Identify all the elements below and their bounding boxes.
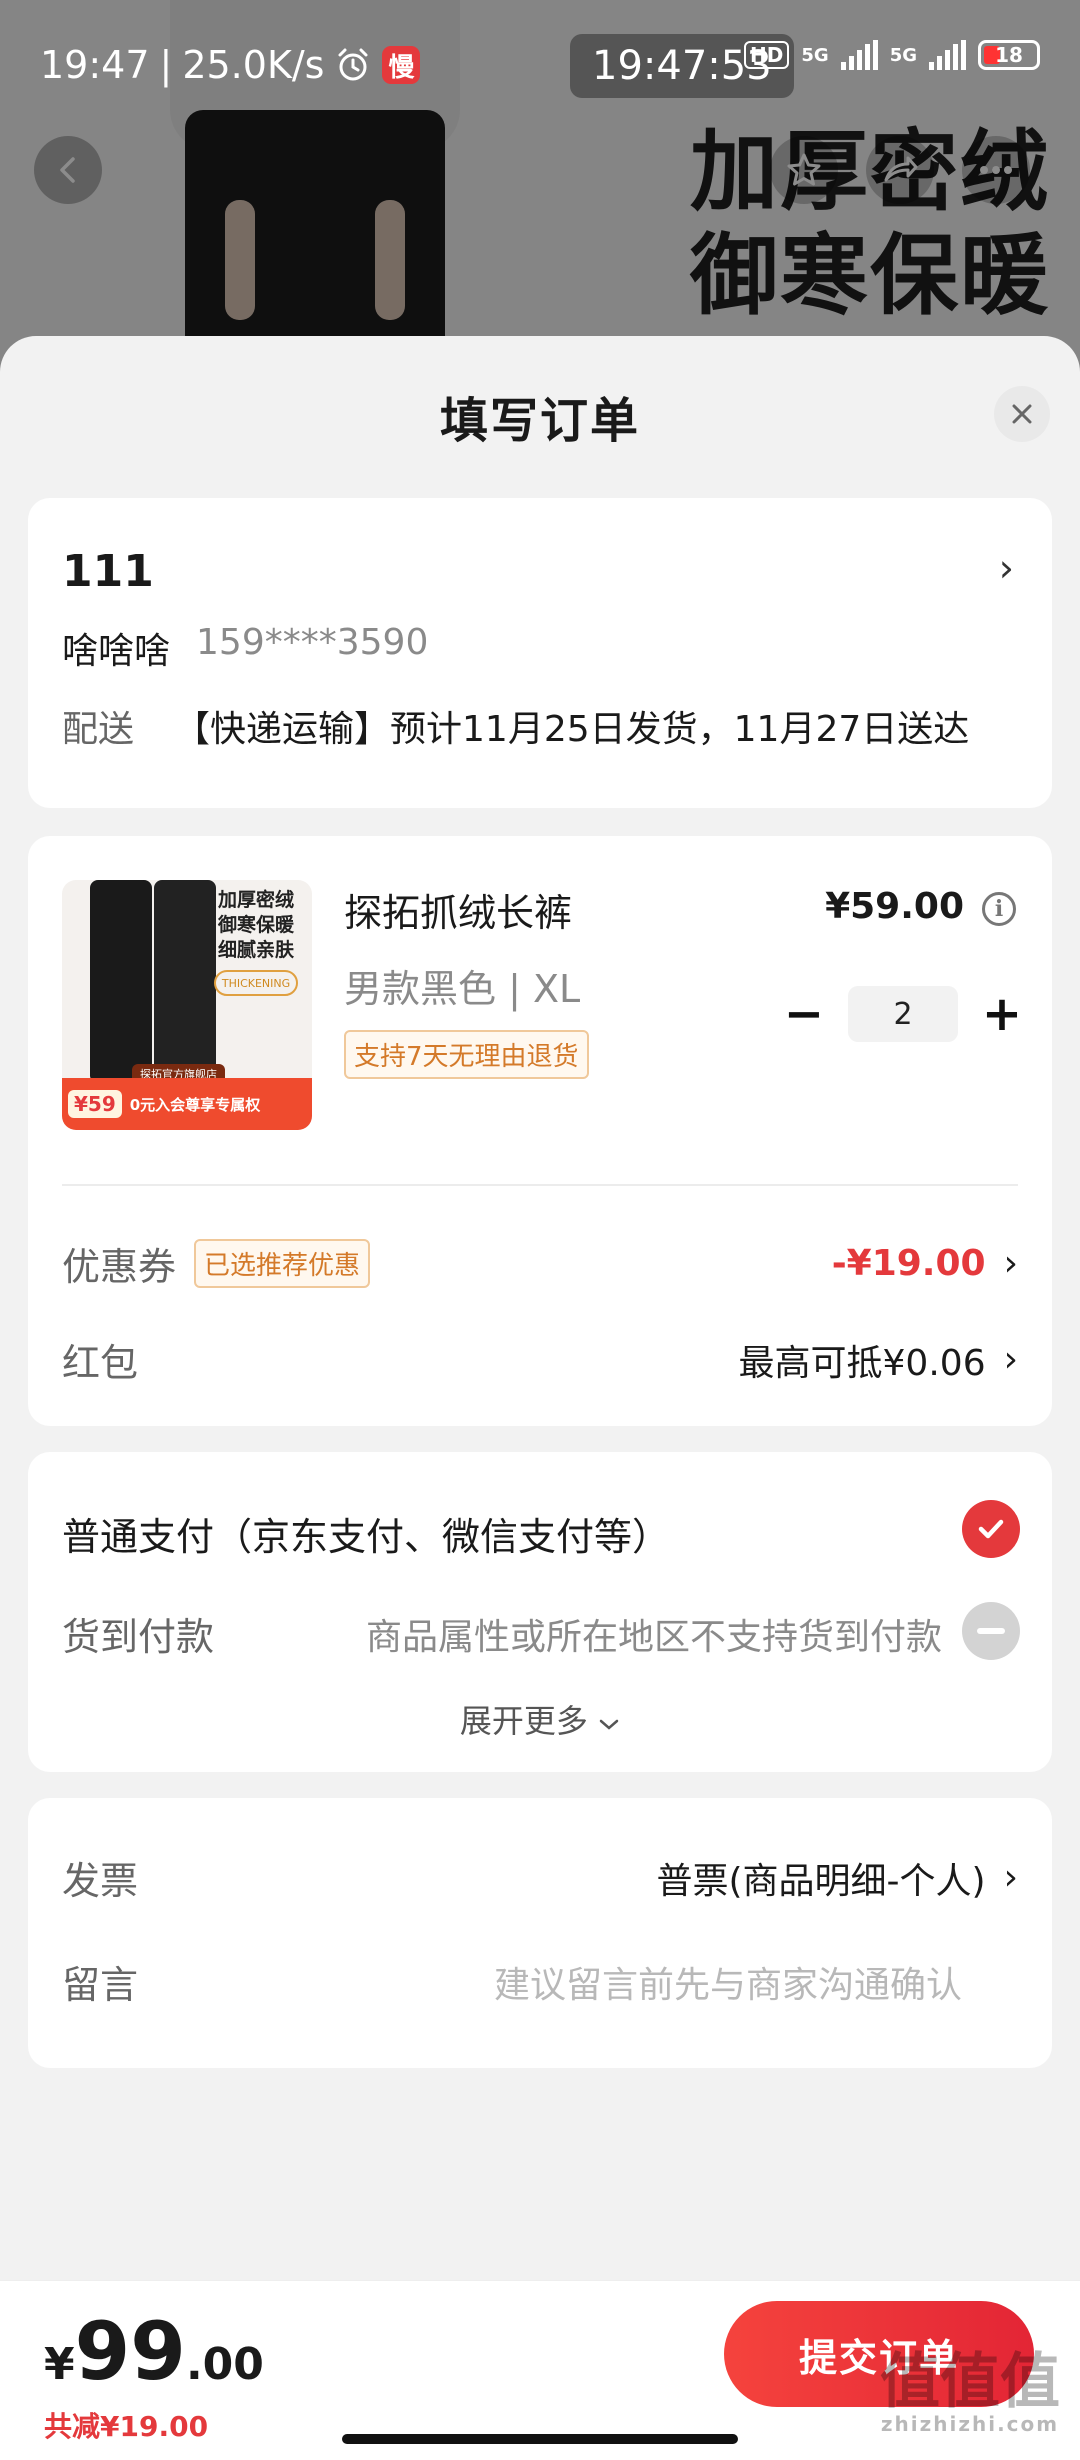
product-image-line: 细腻亲肤 xyxy=(217,939,294,961)
info-icon[interactable]: i xyxy=(982,892,1016,926)
close-icon xyxy=(1012,404,1032,424)
shipping-label: 配送 xyxy=(62,709,135,750)
invoice-value: 普票(商品明细-个人) xyxy=(656,1860,986,1902)
coupon-tag: 已选推荐优惠 xyxy=(194,1239,371,1288)
total-saved: 共减¥19.00 xyxy=(44,2410,209,2443)
product-image-text: 加厚密绒 御寒保暖 细腻亲肤 xyxy=(206,888,306,963)
status-time: 19:47 xyxy=(40,43,150,87)
message-row: 留言 建议留言前先与商家沟通确认 xyxy=(62,1954,1018,2009)
payment-option-normal[interactable]: 普通支付（京东支付、微信支付等） xyxy=(62,1506,670,1561)
return-policy-badge: 支持7天无理由退货 xyxy=(344,1030,589,1079)
product-title[interactable]: 探拓抓绒长裤 xyxy=(344,882,572,937)
watermark-logo: 值值值 zhizhizhi.com xyxy=(880,2352,1060,2436)
payment-option-cod: 货到付款 xyxy=(62,1615,215,1659)
order-sheet: 填写订单 111 › 啥啥啥 159****3590 配送 【快递运输】预计11… xyxy=(0,336,1080,2460)
total-integer: 99 xyxy=(74,2305,186,2398)
quantity-value[interactable]: 2 xyxy=(848,986,958,1042)
sheet-header: 填写订单 xyxy=(0,336,1080,496)
invoice-row[interactable]: 发票 普票(商品明细-个人) › xyxy=(62,1850,1018,1905)
total-price: ¥ 99 .00 xyxy=(44,2305,264,2398)
invoice-label: 发票 xyxy=(62,1859,139,1903)
network-label-2: 5G xyxy=(889,44,917,66)
invoice-card: 发票 普票(商品明细-个人) › 留言 建议留言前先与商家沟通确认 xyxy=(28,1798,1052,2068)
payment-card: 普通支付（京东支付、微信支付等） 货到付款 商品属性或所在地区不支持货到付款 展… xyxy=(28,1452,1052,1772)
divider xyxy=(62,1184,1018,1186)
chevron-right-icon: › xyxy=(998,546,1014,590)
sheet-title: 填写订单 xyxy=(439,393,640,449)
quantity-stepper: − 2 + xyxy=(784,986,1022,1042)
product-image-tag: THICKENING xyxy=(214,970,298,996)
network-label-1: 5G xyxy=(801,44,829,66)
battery-level: 18 xyxy=(995,43,1023,67)
contact-phone: 159****3590 xyxy=(196,622,429,663)
watermark-site: zhizhizhi.com xyxy=(880,2412,1060,2436)
status-right: HD 5G 5G 18 xyxy=(744,40,1040,70)
total-currency: ¥ xyxy=(44,2339,75,2390)
home-indicator[interactable] xyxy=(342,2434,738,2444)
product-image-price: ¥59 xyxy=(68,1090,122,1118)
status-speed: 25.0K/s xyxy=(182,43,325,87)
signal-icon xyxy=(840,40,878,70)
decrement-button[interactable]: − xyxy=(784,986,824,1042)
checkout-bar: ¥ 99 .00 共减¥19.00 提交订单 值值值 zhizhizhi.com xyxy=(0,2280,1080,2460)
address-contact: 啥啥啥 159****3590 xyxy=(62,622,428,674)
chevron-right-icon: › xyxy=(1003,1243,1018,1284)
battery-icon: 18 xyxy=(978,40,1040,70)
alarm-icon xyxy=(338,48,368,81)
product-price: ¥59.00 xyxy=(825,886,964,927)
product-image-promo: ¥59 0元入会尊享专属权 xyxy=(62,1078,312,1130)
hd-badge: HD xyxy=(744,41,790,69)
redpacket-value: 最高可抵¥0.06 xyxy=(738,1342,986,1384)
chevron-right-icon: › xyxy=(1003,1857,1018,1898)
expand-more-label: 展开更多 xyxy=(459,1702,588,1740)
chevron-down-icon xyxy=(599,1719,619,1730)
increment-button[interactable]: + xyxy=(982,986,1022,1042)
status-left: 19:47 | 25.0K/s 慢 xyxy=(40,43,421,87)
status-bar: 19:47 | 25.0K/s 慢 19:47:53 HD 5G 5G 18 xyxy=(0,0,1080,130)
product-image-line: 加厚密绒 xyxy=(217,889,294,911)
chevron-right-icon: › xyxy=(1003,1339,1018,1380)
product-image-promo-text: 0元入会尊享专属权 xyxy=(129,1095,261,1114)
watermark-text: 值值值 xyxy=(880,2347,1060,2417)
cod-unavailable-note: 商品属性或所在地区不支持货到付款 xyxy=(365,1617,942,1658)
redpacket-row[interactable]: 红包 最高可抵¥0.06 › xyxy=(62,1332,1018,1387)
product-image[interactable]: 加厚密绒 御寒保暖 细腻亲肤 THICKENING 探拓官方旗舰店 ¥59 0元… xyxy=(62,880,312,1130)
message-input[interactable]: 建议留言前先与商家沟通确认 xyxy=(494,1956,1018,2008)
payment-selected-checkbox[interactable] xyxy=(962,1500,1020,1558)
product-image-line: 御寒保暖 xyxy=(217,914,294,936)
coupon-label: 优惠券 xyxy=(62,1245,177,1289)
shipping-detail: 【快递运输】预计11月25日发货，11月27日送达 xyxy=(174,709,970,750)
total-decimal: .00 xyxy=(185,2339,264,2390)
address-card[interactable]: 111 › 啥啥啥 159****3590 配送 【快递运输】预计11月25日发… xyxy=(28,498,1052,808)
status-separator: | xyxy=(159,43,173,87)
redpacket-label: 红包 xyxy=(62,1341,139,1385)
cod-disabled-icon xyxy=(962,1602,1020,1660)
product-spec: 男款黑色 | XL xyxy=(344,967,581,1011)
coupon-value: -¥19.00 xyxy=(831,1243,986,1284)
signal-icon-2 xyxy=(929,40,966,70)
contact-name: 啥啥啥 xyxy=(62,631,171,672)
app-notification-icon: 慢 xyxy=(382,46,421,84)
coupon-row[interactable]: 优惠券 已选推荐优惠 -¥19.00 › xyxy=(62,1236,1018,1291)
message-label: 留言 xyxy=(62,1963,139,2007)
shipping-info: 配送 【快递运输】预计11月25日发货，11月27日送达 xyxy=(62,700,969,752)
expand-more-button[interactable]: 展开更多 xyxy=(28,1696,1052,1742)
check-icon xyxy=(978,1519,1004,1539)
product-card: 加厚密绒 御寒保暖 细腻亲肤 THICKENING 探拓官方旗舰店 ¥59 0元… xyxy=(28,836,1052,1426)
address-name: 111 xyxy=(62,546,154,597)
close-button[interactable] xyxy=(994,386,1050,442)
